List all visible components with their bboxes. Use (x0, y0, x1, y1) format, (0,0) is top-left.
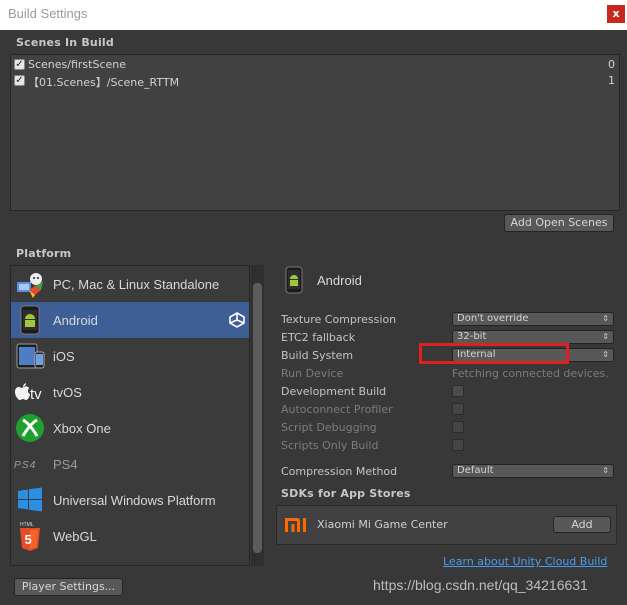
unity-active-platform-icon (229, 312, 245, 328)
platform-partial-icon (14, 557, 46, 565)
sdks-header: SDKs for App Stores (281, 487, 411, 500)
script-debugging-checkbox[interactable] (452, 421, 464, 433)
platform-item-tvos[interactable]: tv tvOS (11, 374, 249, 410)
etc2-fallback-dropdown[interactable]: 32-bit ⇕ (452, 330, 614, 344)
development-build-checkbox[interactable] (452, 385, 464, 397)
window-title: Build Settings (8, 6, 88, 21)
scene-index: 0 (608, 58, 615, 71)
dropdown-value: 32-bit (457, 331, 487, 342)
etc2-fallback-label: ETC2 fallback (281, 331, 356, 344)
sdk-item-xiaomi: Xiaomi Mi Game Center Add (276, 505, 617, 545)
ios-icon (14, 341, 46, 371)
add-sdk-button[interactable]: Add (553, 516, 611, 533)
platform-scrollbar[interactable] (251, 265, 264, 566)
platform-item-uwp[interactable]: Universal Windows Platform (11, 482, 249, 518)
svg-text:tv: tv (30, 386, 42, 402)
platform-item-ps4[interactable]: PS4 PS4 (11, 446, 249, 482)
texture-compression-dropdown[interactable]: Don't override ⇕ (452, 312, 614, 326)
scene-name: Scenes/firstScene (28, 58, 127, 71)
platform-item-ios[interactable]: iOS (11, 338, 249, 374)
dropdown-arrow-icon: ⇕ (602, 350, 609, 359)
platform-header: Platform (16, 247, 72, 260)
scrollbar-thumb[interactable] (253, 283, 262, 553)
script-debugging-label: Script Debugging (281, 421, 377, 434)
scene-index: 1 (608, 74, 615, 87)
platform-label: PS4 (53, 457, 78, 472)
dropdown-value: Default (457, 465, 494, 476)
scene-name: 【01.Scenes】/Scene_RTTM (28, 76, 180, 89)
scene-row[interactable]: ✓ Scenes/firstScene 0 (13, 57, 617, 73)
platform-item-android[interactable]: Android (11, 302, 249, 338)
autoconnect-profiler-label: Autoconnect Profiler (281, 403, 393, 416)
dropdown-arrow-icon: ⇕ (602, 466, 609, 475)
xbox-icon (14, 413, 46, 443)
scene-row[interactable]: ✓ 【01.Scenes】/Scene_RTTM 1 (13, 73, 617, 89)
scenes-list[interactable]: ✓ Scenes/firstScene 0 ✓ 【01.Scenes】/Scen… (10, 54, 620, 211)
platform-list[interactable]: PC, Mac & Linux Standalone Android iOS t… (10, 265, 250, 566)
platform-label: iOS (53, 349, 75, 364)
apple-tv-icon: tv (14, 377, 46, 407)
development-build-label: Development Build (281, 385, 387, 398)
scene-checkbox[interactable]: ✓ (14, 59, 25, 70)
sdk-name: Xiaomi Mi Game Center (317, 518, 448, 531)
svg-text:HTML: HTML (20, 522, 34, 528)
pc-standalone-icon (14, 269, 46, 299)
annotation-highlight-box (419, 343, 569, 364)
platform-label: Xbox One (53, 421, 111, 436)
xiaomi-mi-icon (284, 516, 310, 534)
scripts-only-build-checkbox[interactable] (452, 439, 464, 451)
windows-icon (14, 485, 46, 515)
run-device-value: Fetching connected devices. (452, 367, 609, 380)
player-settings-button[interactable]: Player Settings... (14, 578, 123, 596)
svg-text:PS4: PS4 (14, 460, 36, 471)
compression-method-label: Compression Method (281, 465, 398, 478)
cloud-build-link[interactable]: Learn about Unity Cloud Build (443, 555, 607, 568)
android-icon (14, 305, 46, 335)
android-header-icon (285, 266, 303, 294)
scene-checkbox[interactable]: ✓ (14, 75, 25, 86)
add-open-scenes-button[interactable]: Add Open Scenes (504, 214, 614, 232)
ps4-icon: PS4 (14, 449, 46, 479)
platform-label: tvOS (53, 385, 82, 400)
title-bar: Build Settings x (0, 0, 627, 30)
scripts-only-build-label: Scripts Only Build (281, 439, 379, 452)
selected-platform-title: Android (317, 273, 362, 288)
run-device-label: Run Device (281, 367, 344, 380)
platform-label: Universal Windows Platform (53, 493, 216, 508)
html5-icon: HTML 5 (14, 521, 46, 551)
platform-item-partial[interactable] (11, 554, 249, 565)
svg-text:5: 5 (25, 532, 32, 547)
compression-method-dropdown[interactable]: Default ⇕ (452, 464, 614, 478)
platform-item-standalone[interactable]: PC, Mac & Linux Standalone (11, 266, 249, 302)
build-system-label: Build System (281, 349, 354, 362)
dropdown-arrow-icon: ⇕ (602, 314, 609, 323)
autoconnect-profiler-checkbox[interactable] (452, 403, 464, 415)
platform-item-webgl[interactable]: HTML 5 WebGL (11, 518, 249, 554)
close-button[interactable]: x (607, 5, 625, 23)
platform-label: Android (53, 313, 98, 328)
dropdown-arrow-icon: ⇕ (602, 332, 609, 341)
platform-label: WebGL (53, 529, 97, 544)
platform-item-xbox[interactable]: Xbox One (11, 410, 249, 446)
scenes-in-build-header: Scenes In Build (16, 36, 114, 49)
dropdown-value: Don't override (457, 313, 529, 324)
texture-compression-label: Texture Compression (281, 313, 397, 326)
platform-label: PC, Mac & Linux Standalone (53, 277, 220, 292)
watermark-text: https://blog.csdn.net/qq_34216631 (373, 577, 588, 593)
